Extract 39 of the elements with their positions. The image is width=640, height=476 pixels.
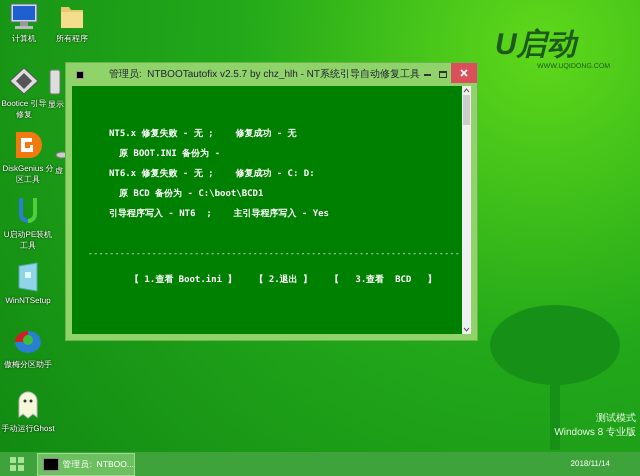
console-line: 引导程序写入 - NT6 ; 主引导程序写入 - Yes <box>108 207 330 221</box>
icon-label: 手动运行Ghost <box>1 423 55 434</box>
console-icon <box>76 70 84 78</box>
pie-disk-icon[interactable] <box>13 328 43 356</box>
icon-label: WinNTSetup <box>5 295 51 306</box>
close-icon <box>460 69 468 77</box>
console-line: 原 BOOT.INI 备份为 - <box>118 147 222 161</box>
console-icon <box>43 458 59 470</box>
close-button[interactable] <box>451 63 478 83</box>
setup-icon[interactable] <box>17 262 39 292</box>
scrollbar[interactable] <box>462 86 471 334</box>
u-logo-icon[interactable] <box>16 196 40 226</box>
icon-label: 所有程序 <box>56 33 88 44</box>
scroll-down-icon[interactable] <box>462 325 471 334</box>
icon-label: 虚 <box>55 165 63 176</box>
console-line: NT6.x 修复失败 - 无 ; 修复成功 - C: D: <box>108 167 316 181</box>
icon-label: 傲梅分区助手 <box>4 359 52 370</box>
menu-option[interactable]: 【 2.退出 】 <box>254 274 312 288</box>
icon-label: Bootice 引导修复 <box>0 98 48 120</box>
icon-label: 计算机 <box>12 33 36 44</box>
icon-label: DiskGenius 分区工具 <box>1 163 55 185</box>
menu-option[interactable]: 【 3.查看 BCD 】 <box>330 274 437 288</box>
console-line: NT5.x 修复失败 - 无 ; 修复成功 - 无 <box>108 127 298 141</box>
menu-option[interactable]: 【 1.查看 Boot.ini 】 <box>130 274 236 288</box>
system-notice: Windows 8 专业版 <box>554 426 636 440</box>
clock-date: 2018/11/14 <box>570 458 610 470</box>
icon-label: 显示 <box>48 99 64 110</box>
scrollbar-thumb[interactable] <box>463 95 470 125</box>
scroll-up-icon[interactable] <box>462 86 471 95</box>
disk-tool-icon[interactable] <box>14 130 42 160</box>
windows-logo-icon <box>10 457 24 471</box>
separator-line: ---------------------------------------------------------------------- <box>88 248 462 260</box>
window-title: 管理员: NTBOOTautofix v2.5.7 by chz_hlh - NT系统引导自动修复工具 <box>108 68 420 82</box>
console-line: 原 BCD 备份为 - C:\boot\BCD1 <box>118 187 264 201</box>
computer-icon[interactable] <box>9 2 39 30</box>
logo-text: U启动 <box>495 28 577 62</box>
system-notice: 测试模式 <box>596 412 636 426</box>
icon-label: U启动PE装机工具 <box>2 229 54 251</box>
drive-icon[interactable] <box>48 68 62 96</box>
